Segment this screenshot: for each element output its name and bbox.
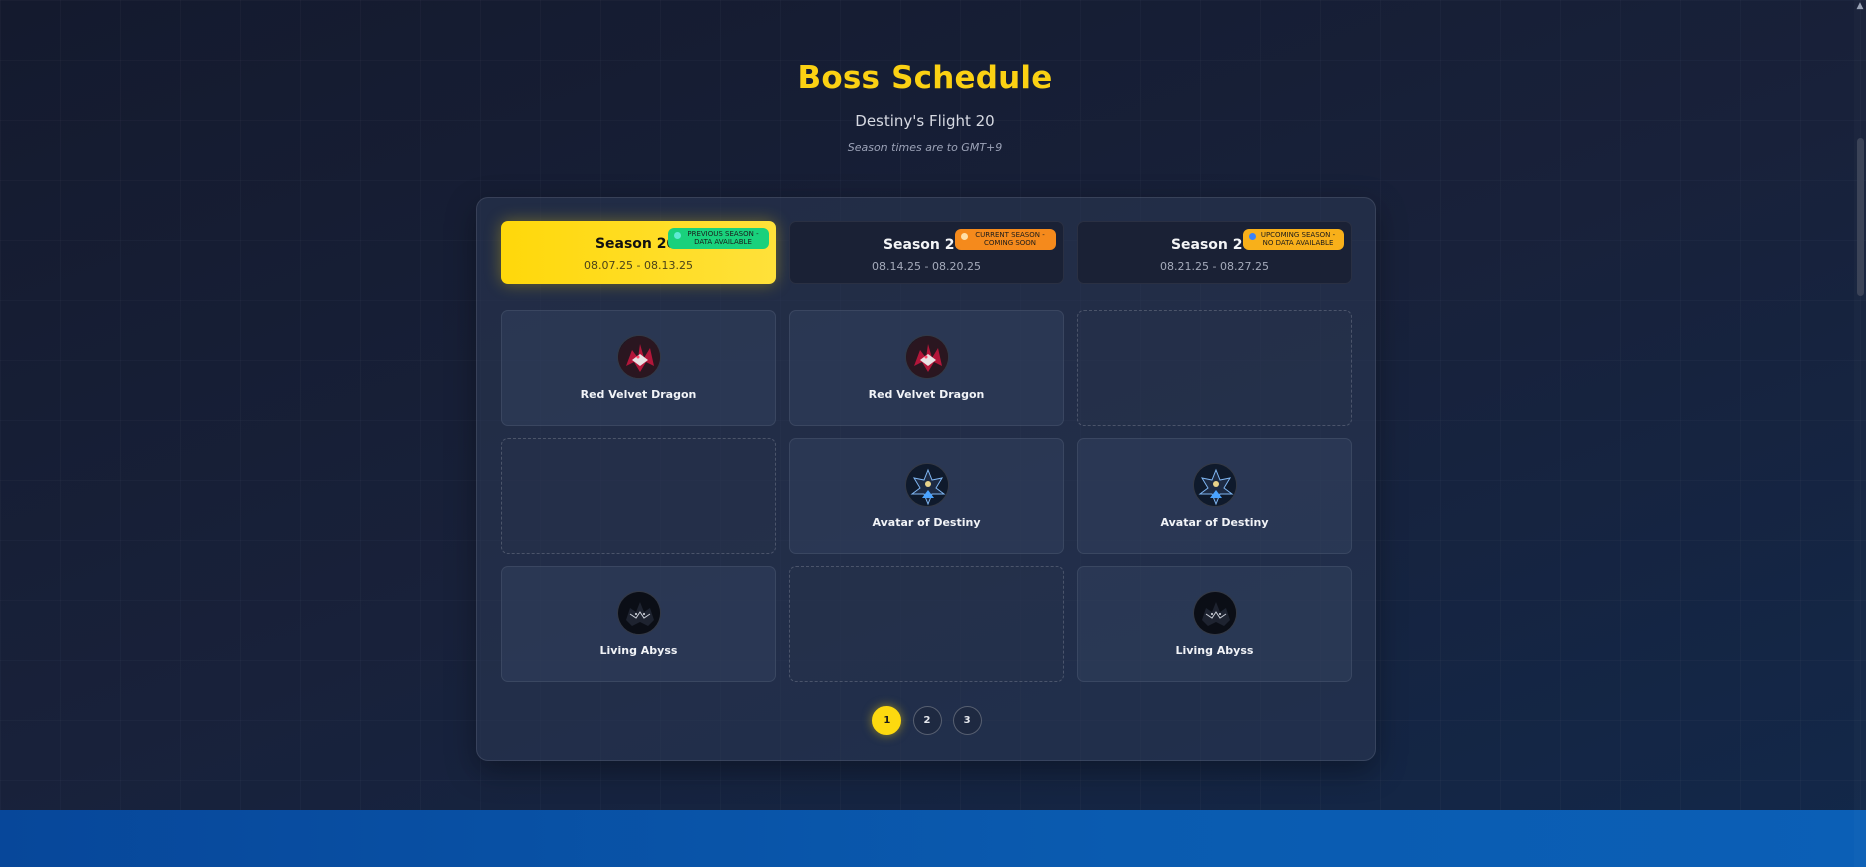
page-header: Boss Schedule Destiny's Flight 20 Season… — [0, 60, 1850, 154]
boss-name: Living Abyss — [1175, 644, 1254, 657]
boss-cell[interactable]: Red Velvet Dragon — [501, 310, 776, 426]
badge-line: Previous Season - — [687, 230, 759, 238]
footer-band — [0, 810, 1866, 867]
empty-boss-slot — [501, 438, 776, 554]
boss-name: Avatar of Destiny — [1160, 516, 1269, 529]
season-dates: 08.14.25 - 08.20.25 — [872, 260, 981, 273]
boss-cell[interactable]: Living Abyss — [1077, 566, 1352, 682]
page-button-1[interactable]: 1 — [872, 706, 902, 735]
badge-line: Data Available — [694, 238, 752, 246]
page-subtitle: Destiny's Flight 20 — [855, 112, 995, 130]
empty-boss-slot — [789, 566, 1064, 682]
empty-boss-slot — [1077, 310, 1352, 426]
season-tab-upcoming[interactable]: Season 20- 08.21.25 - 08.27.25 Upcoming … — [1077, 221, 1352, 284]
avatar-of-destiny-icon — [904, 463, 949, 507]
red-velvet-dragon-icon — [904, 335, 949, 379]
season-dates: 08.07.25 - 08.13.25 — [584, 259, 693, 272]
status-badge: Previous Season - Data Available — [668, 228, 769, 249]
badge-line: Coming Soon — [983, 239, 1037, 247]
scrollbar[interactable]: ▲ — [1854, 0, 1866, 867]
badge-line: Upcoming Season - — [1260, 231, 1336, 239]
boss-name: Red Velvet Dragon — [868, 388, 985, 401]
page-button-3[interactable]: 3 — [952, 706, 982, 735]
status-badge: Upcoming Season - No Data Available — [1243, 229, 1344, 250]
living-abyss-icon — [1192, 591, 1237, 635]
boss-name: Avatar of Destiny — [872, 516, 981, 529]
season-tab-current[interactable]: Season 20- 08.14.25 - 08.20.25 Current S… — [789, 221, 1064, 284]
avatar-of-destiny-icon — [1192, 463, 1237, 507]
status-dot-icon — [674, 232, 681, 239]
scroll-thumb[interactable] — [1857, 138, 1864, 296]
hourglass-icon — [961, 233, 968, 240]
season-dates: 08.21.25 - 08.27.25 — [1160, 260, 1269, 273]
pagination: 1 2 3 — [477, 706, 1377, 735]
boss-cell[interactable]: Avatar of Destiny — [1077, 438, 1352, 554]
timezone-note: Season times are to GMT+9 — [847, 141, 1003, 154]
scroll-up-icon[interactable]: ▲ — [1854, 0, 1866, 12]
boss-cell[interactable]: Avatar of Destiny — [789, 438, 1064, 554]
boss-cell[interactable]: Living Abyss — [501, 566, 776, 682]
red-velvet-dragon-icon — [616, 335, 661, 379]
boss-name: Living Abyss — [599, 644, 678, 657]
living-abyss-icon — [616, 591, 661, 635]
season-tab-previous[interactable]: Season 20- 08.07.25 - 08.13.25 Previous … — [501, 221, 776, 284]
boss-cell[interactable]: Red Velvet Dragon — [789, 310, 1064, 426]
season-tabs: Season 20- 08.07.25 - 08.13.25 Previous … — [501, 221, 1353, 285]
boss-name: Red Velvet Dragon — [580, 388, 697, 401]
status-badge: Current Season - Coming Soon — [955, 229, 1056, 250]
page-button-2[interactable]: 2 — [912, 706, 942, 735]
page-title: Boss Schedule — [797, 60, 1053, 96]
badge-line: Current Season - — [975, 231, 1045, 239]
schedule-panel: Season 20- 08.07.25 - 08.13.25 Previous … — [476, 197, 1376, 761]
globe-icon — [1249, 233, 1256, 240]
badge-line: No Data Available — [1262, 239, 1334, 247]
